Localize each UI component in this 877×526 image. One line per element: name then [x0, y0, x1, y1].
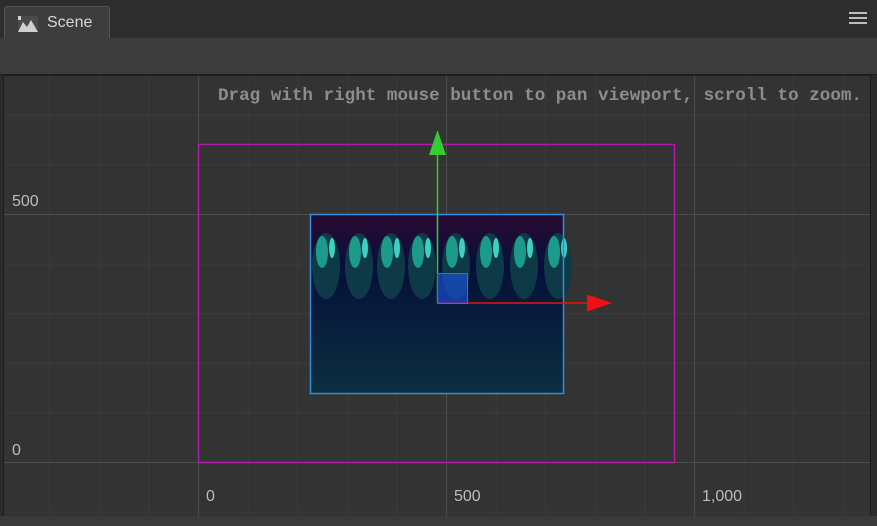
panel-bottom-bar — [0, 516, 877, 526]
sprite-ornament — [527, 238, 533, 258]
scene-toolbar — [0, 38, 877, 75]
sprite-ornament — [425, 238, 431, 258]
y-axis-label-500: 500 — [12, 193, 39, 210]
x-axis-label-0: 0 — [206, 488, 215, 505]
y-axis-label-0: 0 — [12, 442, 21, 459]
scene-image-icon — [18, 16, 38, 32]
sprite-ornament — [381, 236, 393, 268]
sprite-ornament — [329, 238, 335, 258]
sprite-ornament — [459, 238, 465, 258]
x-axis-label-500: 500 — [454, 488, 481, 505]
sprite-ornament — [446, 236, 458, 268]
sprite-ornament — [412, 236, 424, 268]
x-axis-label-1000: 1,000 — [702, 488, 743, 505]
viewport-hint: Drag with right mouse button to pan view… — [217, 86, 862, 106]
panel-tab-bar: Scene — [0, 0, 877, 39]
gizmo-y-arrow-icon[interactable] — [429, 130, 446, 155]
sprite-ornament — [316, 236, 328, 268]
sprite-ornament — [548, 236, 560, 268]
sprite-ornament — [349, 236, 361, 268]
gizmo-x-arrow-icon[interactable] — [587, 294, 612, 312]
hamburger-menu-icon[interactable] — [849, 12, 867, 26]
sprite-ornament — [394, 238, 400, 258]
sprite-ornament — [480, 236, 492, 268]
viewport-canvas[interactable] — [4, 76, 870, 516]
sprite-ornament — [493, 238, 499, 258]
scene-viewport[interactable]: Drag with right mouse button to pan view… — [3, 75, 871, 517]
tab-scene[interactable]: Scene — [4, 6, 110, 38]
tab-label: Scene — [47, 14, 93, 31]
sprite-ornament — [362, 238, 368, 258]
gizmo-center-handle[interactable] — [437, 273, 468, 304]
sprite-ornament — [514, 236, 526, 268]
